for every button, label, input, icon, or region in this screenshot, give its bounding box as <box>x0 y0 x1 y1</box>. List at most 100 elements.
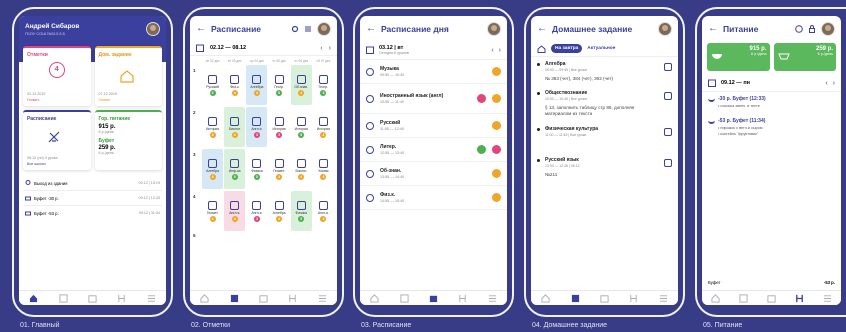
calendar-icon[interactable] <box>708 79 716 87</box>
mark-cell[interactable]: Физ-к. 4 <box>224 65 246 105</box>
lesson-number: 3 <box>193 152 196 157</box>
nav-marks-icon[interactable] <box>229 293 240 303</box>
mark-cell[interactable]: Алгебра 4 <box>202 149 224 189</box>
tab-tomorrow[interactable]: На завтра <box>551 44 583 53</box>
homework-card[interactable]: Дом. задание 07.12.2019 Геомет. <box>94 46 162 106</box>
lesson-row[interactable]: Физ.к. 14:55 — 15:40 <box>360 186 507 210</box>
mark-badge: 4 <box>231 215 238 222</box>
nav-schedule-icon[interactable] <box>428 293 439 303</box>
mark-cell[interactable]: Русский 5 <box>202 65 224 105</box>
avatar[interactable] <box>821 21 835 36</box>
mark-cell[interactable]: Биолог. 4 <box>290 149 312 189</box>
event-row[interactable]: Выход из здания 09.12 | 15:19 <box>23 176 162 191</box>
back-arrow-icon[interactable]: ← <box>196 23 206 34</box>
homework-item[interactable]: Физическая культура 11:00 — 11:45 | Все у… <box>537 126 672 137</box>
next-week-icon[interactable]: › <box>329 45 331 52</box>
mark-cell[interactable]: Инф-ка 5 <box>224 149 246 189</box>
list-icon[interactable] <box>304 25 312 33</box>
mark-cell[interactable]: Англ.я. 3 <box>246 191 268 231</box>
nav-marks-icon[interactable] <box>399 293 410 303</box>
mark-cell[interactable]: Англ.я. 4 <box>224 191 246 231</box>
nav-marks-icon[interactable] <box>738 293 749 303</box>
nav-food-icon[interactable] <box>287 293 298 303</box>
next-day-icon[interactable]: › <box>833 80 835 87</box>
nav-home-icon[interactable] <box>710 293 721 303</box>
homework-item[interactable]: Обществознание 10:00 — 10:45 | Все уроки §… <box>537 90 672 117</box>
mark-cell[interactable]: Алгебра 4 <box>246 65 268 105</box>
back-arrow-icon[interactable]: ← <box>708 23 718 34</box>
avatar[interactable] <box>487 21 501 36</box>
lesson-row[interactable]: Музыка 09:55 — 10:40 <box>360 60 507 84</box>
mark-cell[interactable]: Геомет. 4 <box>202 191 224 231</box>
footer-label: Буфет <box>708 280 721 285</box>
tab-actual[interactable]: Актуальное <box>587 46 615 51</box>
subject-label: Англ.я. <box>251 126 263 131</box>
nav-food-icon[interactable] <box>116 293 127 303</box>
calendar-icon[interactable] <box>366 46 374 54</box>
mark-cell[interactable]: Биолог. 4 <box>224 107 246 147</box>
location-icon <box>25 180 31 185</box>
buffet-balance-card[interactable]: 259 р. 6 р./день <box>773 43 836 71</box>
nav-home-icon[interactable] <box>28 293 39 303</box>
event-row[interactable]: Буфет -30 р. 09.12 | 12:33 <box>23 191 162 206</box>
mark-cell[interactable]: Геомет. 4 <box>268 149 290 189</box>
nav-menu-icon[interactable] <box>487 293 498 303</box>
mark-cell[interactable]: Физика 5 <box>246 149 268 189</box>
nav-home-icon[interactable] <box>199 293 210 303</box>
mark-cell[interactable]: Химия 4 <box>312 149 334 189</box>
food-balance-card[interactable]: 915 р. 6 р./день <box>707 43 770 71</box>
nav-schedule-icon[interactable] <box>87 293 98 303</box>
nav-menu-icon[interactable] <box>822 293 833 303</box>
homework-item[interactable]: Русский язык 12:00 — 12:45 | 06.12 №211 <box>537 157 672 178</box>
nav-menu-icon[interactable] <box>317 293 328 303</box>
nav-menu-icon[interactable] <box>146 293 157 303</box>
event-row[interactable]: Буфет -53 р. 09.12 | 11:34 <box>23 206 162 220</box>
mark-cell[interactable]: Об-знан. 4 <box>290 65 312 105</box>
nav-home-icon[interactable] <box>369 293 380 303</box>
avatar[interactable] <box>146 22 160 36</box>
lesson-row[interactable]: Иностранный язык (англ) 10:55 — 11:40 <box>360 84 507 114</box>
mark-cell[interactable]: Англ.я. 3 <box>246 107 268 147</box>
nav-food-icon[interactable] <box>457 293 468 303</box>
mark-cell[interactable]: История 3 <box>268 107 290 147</box>
lesson-row[interactable]: Литер. 12:55 — 13:40 <box>360 138 507 162</box>
prev-day-icon[interactable]: ‹ <box>825 80 827 87</box>
marks-card[interactable]: Отметки 4 02.12.2019 Геомет. <box>23 46 91 106</box>
nav-food-icon[interactable] <box>794 293 805 303</box>
lesson-row[interactable]: Об-знан. 13:55 — 14:40 <box>360 162 507 186</box>
mark-cell[interactable]: История 5 <box>290 107 312 147</box>
avatar[interactable] <box>317 21 331 36</box>
mark-cell[interactable]: История 4 <box>312 107 334 147</box>
nav-schedule-icon[interactable] <box>258 293 269 303</box>
mark-cell[interactable]: Алгебра 4 <box>268 191 290 231</box>
nav-schedule-icon[interactable] <box>599 293 610 303</box>
prev-week-icon[interactable]: ‹ <box>320 45 322 52</box>
nav-menu-icon[interactable] <box>658 293 669 303</box>
food-operation[interactable]: -30 р. Буфет (12:33) • сосиска запеч. в т… <box>708 96 835 108</box>
prev-day-icon[interactable]: ‹ <box>491 47 493 54</box>
nav-marks-icon[interactable] <box>58 293 69 303</box>
homework-item[interactable]: Алгебра 09:00 — 09:45 | Все уроки № 383 (ч… <box>537 61 672 82</box>
mark-cell[interactable]: История 4 <box>202 107 224 147</box>
nav-home-icon[interactable] <box>540 293 551 303</box>
back-arrow-icon[interactable]: ← <box>366 23 376 34</box>
lock-icon[interactable] <box>808 24 816 33</box>
next-day-icon[interactable]: › <box>499 47 501 54</box>
calendar-icon[interactable] <box>196 44 204 52</box>
schedule-card[interactable]: Расписание 09:12 (пн) 4 урока Все школы <box>23 110 91 170</box>
food-operation[interactable]: -53 р. Буфет (11:34) • пирожок с ветч.и с… <box>708 118 835 136</box>
all-schools-link[interactable]: Все школы <box>27 162 46 166</box>
info-icon[interactable] <box>795 24 803 33</box>
mark-cell[interactable]: Англ.я. 4 <box>312 191 334 231</box>
mark-cell[interactable]: Физика 5 <box>290 191 312 231</box>
nav-schedule-icon[interactable] <box>766 293 777 303</box>
mark-cell[interactable]: Геогр. 5 <box>312 65 334 105</box>
mark-cell[interactable]: Геогр. 5 <box>268 65 290 105</box>
avatar[interactable] <box>658 21 672 36</box>
food-card[interactable]: Гор. питание 915 р. 6 р./день Буфет 259 … <box>94 110 162 170</box>
settings-icon[interactable] <box>291 25 299 33</box>
lesson-row[interactable]: Русский 11:55 — 12:40 <box>360 114 507 138</box>
nav-food-icon[interactable] <box>628 293 639 303</box>
back-arrow-icon[interactable]: ← <box>537 23 547 34</box>
nav-homework-icon[interactable] <box>570 293 581 303</box>
